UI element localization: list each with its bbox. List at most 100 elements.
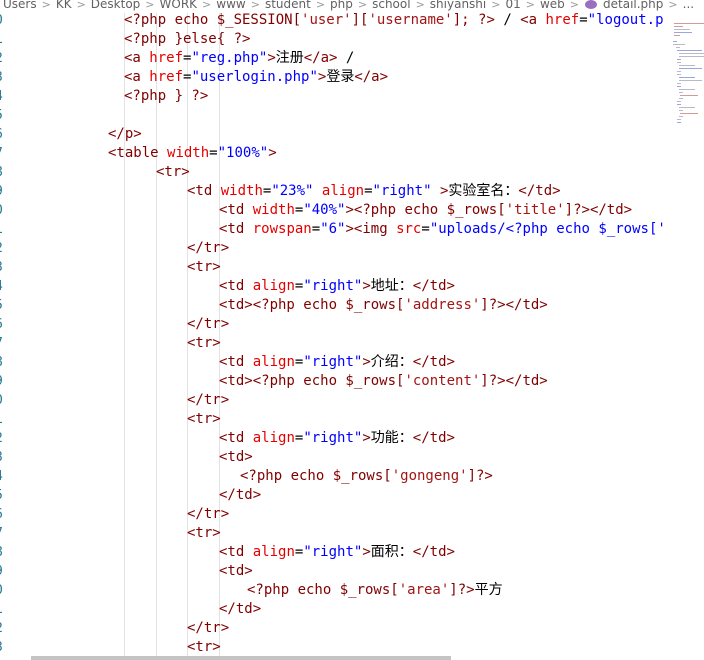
- code-token: <?php echo $_rows[: [252, 373, 405, 389]
- code-line[interactable]: <td align="right">功能：</td>: [219, 429, 455, 448]
- minimap[interactable]: [666, 13, 704, 183]
- breadcrumb-separator: >: [668, 0, 678, 11]
- code-token: <tr>: [187, 639, 221, 655]
- code-token: align: [252, 278, 295, 294]
- breadcrumb-item[interactable]: detail.php: [600, 0, 666, 10]
- code-token: <tr>: [156, 164, 190, 180]
- line-number: 3: [0, 258, 9, 277]
- code-line[interactable]: <td align="right">地址：</td>: [219, 277, 455, 296]
- code-token: align: [252, 354, 295, 370]
- minimap-line: [678, 92, 683, 93]
- minimap-line: [678, 65, 695, 66]
- code-token: "userlogin.php": [191, 69, 318, 85]
- code-line[interactable]: <tr>: [187, 524, 221, 543]
- code-line[interactable]: <?php echo $_rows['gongeng']?>: [240, 467, 493, 486]
- code-token: =: [209, 145, 218, 161]
- breadcrumb-item[interactable]: www: [213, 0, 248, 10]
- code-line[interactable]: <td><?php echo $_rows['address']?></td>: [219, 296, 548, 315]
- code-line[interactable]: <tr>: [187, 410, 221, 429]
- code-line[interactable]: </td>: [219, 486, 261, 505]
- minimap-line: [677, 86, 682, 87]
- code-token: >: [345, 202, 354, 218]
- code-line[interactable]: <tr>: [187, 258, 221, 277]
- editor-pane[interactable]: 0123456789012345678901234567890123 <?php…: [0, 13, 664, 658]
- breadcrumb-item[interactable]: WORK: [157, 0, 201, 10]
- breadcrumb-separator: >: [250, 0, 260, 11]
- code-line[interactable]: <tr>: [156, 163, 190, 182]
- horizontal-scrollbar[interactable]: [31, 656, 451, 660]
- code-line[interactable]: <td>: [219, 448, 253, 467]
- code-line[interactable]: </tr>: [187, 315, 229, 334]
- code-token: src: [396, 221, 422, 237]
- code-token: 介绍：: [370, 354, 413, 370]
- code-line[interactable]: </tr>: [187, 619, 229, 638]
- code-token: <tr>: [187, 259, 221, 275]
- code-line[interactable]: <td width="40%"><?php echo $_rows['title…: [219, 201, 632, 220]
- code-line[interactable]: </tr>: [187, 391, 229, 410]
- code-token: >: [268, 145, 277, 161]
- code-token: rowspan: [252, 221, 312, 237]
- code-line[interactable]: <table width="100%">: [108, 144, 277, 163]
- minimap-line: [674, 32, 693, 33]
- minimap-line: [677, 119, 682, 120]
- code-token: 'username': [368, 13, 453, 28]
- minimap-line: [678, 80, 703, 81]
- code-token: <?php }else{ ?>: [124, 31, 251, 47]
- code-token: </td>: [219, 601, 262, 617]
- breadcrumb-item[interactable]: 01: [502, 0, 523, 10]
- breadcrumb-separator: >: [76, 0, 86, 11]
- code-token: </td>: [412, 278, 455, 294]
- code-line[interactable]: <?php echo $_SESSION['user']['username']…: [124, 13, 664, 30]
- breadcrumb-item[interactable]: school: [369, 0, 413, 10]
- breadcrumb-item[interactable]: ...: [680, 0, 697, 10]
- code-line[interactable]: <td><?php echo $_rows['content']?></td>: [219, 372, 548, 391]
- breadcrumb-item[interactable]: web: [537, 0, 568, 10]
- code-line[interactable]: <td align="right">介绍：</td>: [219, 353, 455, 372]
- code-token: <td>: [219, 449, 253, 465]
- breadcrumb-item[interactable]: student: [262, 0, 314, 10]
- code-line[interactable]: <?php echo $_rows['area']?>平方: [247, 581, 503, 600]
- breadcrumb-item[interactable]: KK: [53, 0, 75, 10]
- code-token: <a: [520, 13, 538, 28]
- breadcrumb-item[interactable]: Users: [0, 0, 40, 10]
- code-line[interactable]: <?php } ?>: [124, 87, 208, 106]
- code-token: </tr>: [187, 316, 230, 332]
- code-line[interactable]: </p>: [108, 125, 142, 144]
- code-token: </p>: [108, 126, 142, 142]
- line-number: 3: [0, 448, 9, 467]
- minimap-line: [678, 89, 695, 90]
- breadcrumb-item[interactable]: shiyanshi: [427, 0, 489, 10]
- code-token: <td: [219, 221, 245, 237]
- code-token: "6": [320, 221, 346, 237]
- minimap-line: [678, 56, 704, 57]
- breadcrumb-separator: >: [569, 0, 580, 11]
- code-line[interactable]: <tr>: [187, 334, 221, 353]
- breadcrumb-item[interactable]: Desktop: [88, 0, 144, 10]
- code-line[interactable]: <?php }else{ ?>: [124, 30, 250, 49]
- line-number: 6: [0, 505, 9, 524]
- code-line[interactable]: <td>: [219, 562, 253, 581]
- code-line[interactable]: </td>: [219, 600, 261, 619]
- code-token: ]?>: [480, 297, 506, 313]
- code-line[interactable]: </tr>: [187, 505, 229, 524]
- code-line[interactable]: <a href="reg.php">注册</a> /: [124, 49, 354, 68]
- code-line[interactable]: <td rowspan="6"><img src="uploads/<?php …: [219, 220, 664, 239]
- code-token: ]?>: [480, 373, 506, 389]
- code-editor-window: Users > KK > Desktop > WORK > www > student > php > sc…: [0, 0, 704, 660]
- minimap-line: [678, 53, 704, 54]
- code-line[interactable]: </tr>: [187, 239, 229, 258]
- code-line[interactable]: <td align="right">面积：</td>: [219, 543, 455, 562]
- code-token: "right": [303, 544, 363, 560]
- code-line[interactable]: <tr>: [187, 638, 221, 657]
- line-number: 1: [0, 600, 9, 619]
- code-token: <?php echo $_rows[: [247, 582, 399, 598]
- minimap-line: [678, 110, 683, 111]
- breadcrumb-item[interactable]: php: [327, 0, 356, 10]
- code-line[interactable]: <a href="userlogin.php">登录</a>: [124, 68, 388, 87]
- code-line[interactable]: <td width="23%" align="right" >实验室名：</td…: [187, 182, 561, 201]
- breadcrumb-separator: >: [41, 0, 51, 11]
